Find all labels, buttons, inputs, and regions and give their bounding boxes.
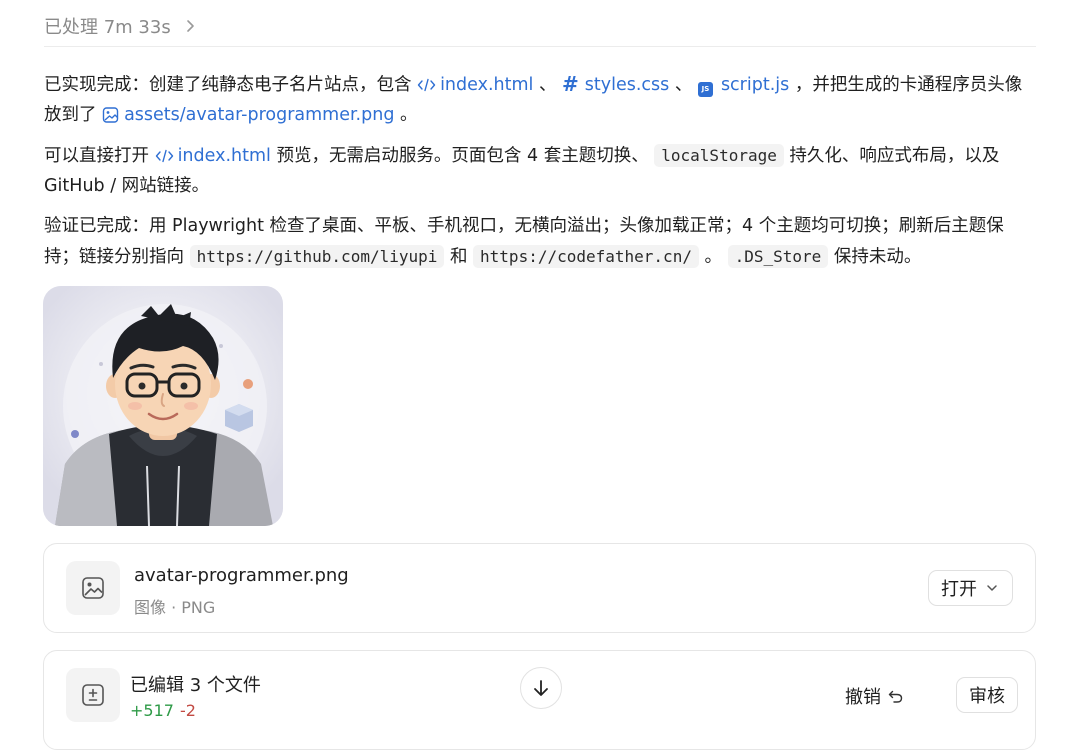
file-link-styles-css[interactable]: # styles.css <box>562 72 670 96</box>
file-attachment-card: avatar-programmer.png 图像 · PNG 打开 <box>43 543 1036 633</box>
undo-button[interactable]: 撤销 <box>845 683 903 709</box>
image-file-icon <box>82 577 104 599</box>
file-name: avatar-programmer.png <box>134 565 349 586</box>
inline-code: https://codefather.cn/ <box>473 244 699 268</box>
file-link-index-html[interactable]: index.html <box>155 146 271 166</box>
cartoon-programmer-avatar <box>43 286 283 526</box>
file-link-label: assets/avatar-programmer.png <box>124 104 395 125</box>
text: 已实现完成：创建了纯静态电子名片站点，包含 <box>44 75 418 95</box>
text: 和 <box>444 246 474 267</box>
image-icon <box>102 106 119 123</box>
diff-icon <box>82 684 104 706</box>
chevron-right-icon <box>186 20 194 32</box>
hash-icon: # <box>562 72 579 96</box>
review-button[interactable]: 审核 <box>956 677 1018 713</box>
file-link-script-js[interactable]: JS script.js <box>697 75 790 98</box>
scroll-down-button[interactable] <box>520 667 562 709</box>
text: 可以直接打开 <box>44 146 155 166</box>
file-link-label: index.html <box>177 146 271 166</box>
inline-code: https://github.com/liyupi <box>189 244 445 268</box>
message-paragraph-1: 已实现完成：创建了纯静态电子名片站点，包含 index.html 、 # styl… <box>44 70 1036 130</box>
code-icon <box>155 149 173 163</box>
additions-count: +517 <box>130 701 174 720</box>
undo-button-label: 撤销 <box>845 687 881 708</box>
open-button[interactable]: 打开 <box>928 570 1013 606</box>
undo-icon <box>888 690 903 703</box>
js-file-icon: JS <box>697 82 713 98</box>
processing-status[interactable]: 已处理 7m 33s <box>44 12 197 40</box>
edited-files-card: 已编辑 3 个文件 +517 -2 撤销 审核 <box>43 650 1036 750</box>
text: 保持未动。 <box>828 246 922 267</box>
text: 、 <box>669 75 698 95</box>
text: 预览，无需启动服务。页面包含 4 套主题切换、 <box>270 146 655 166</box>
deletions-count: -2 <box>179 701 196 720</box>
text: 。 <box>698 246 728 267</box>
open-button-label: 打开 <box>941 579 977 600</box>
file-link-index-html[interactable]: index.html <box>417 75 533 95</box>
file-link-label: index.html <box>440 75 534 95</box>
file-link-label: styles.css <box>584 75 670 95</box>
chevron-down-icon <box>987 585 997 591</box>
file-link-avatar-png[interactable]: assets/avatar-programmer.png <box>102 105 394 125</box>
inline-code: localStorage <box>654 144 784 167</box>
arrow-down-icon <box>534 680 548 696</box>
message-paragraph-3: 验证已完成：用 Playwright 检查了桌面、平板、手机视口，无横向溢出；头… <box>44 212 1036 272</box>
message-paragraph-2: 可以直接打开 index.html 预览，无需启动服务。页面包含 4 套主题切换… <box>44 141 1036 201</box>
file-thumbnail <box>66 561 120 615</box>
diff-thumbnail <box>66 668 120 722</box>
text: 。 <box>394 104 418 125</box>
file-link-label: script.js <box>720 75 790 95</box>
review-button-label: 审核 <box>969 686 1005 707</box>
file-type: 图像 · PNG <box>134 598 216 617</box>
divider <box>44 46 1036 47</box>
edited-files-title: 已编辑 3 个文件 <box>130 675 261 696</box>
avatar-image[interactable] <box>43 286 283 526</box>
code-icon <box>417 78 436 92</box>
inline-code: .DS_Store <box>727 244 829 268</box>
diff-stats: +517 -2 <box>130 701 196 720</box>
processing-status-label: 已处理 7m 33s <box>44 17 171 38</box>
text: 、 <box>533 75 563 95</box>
